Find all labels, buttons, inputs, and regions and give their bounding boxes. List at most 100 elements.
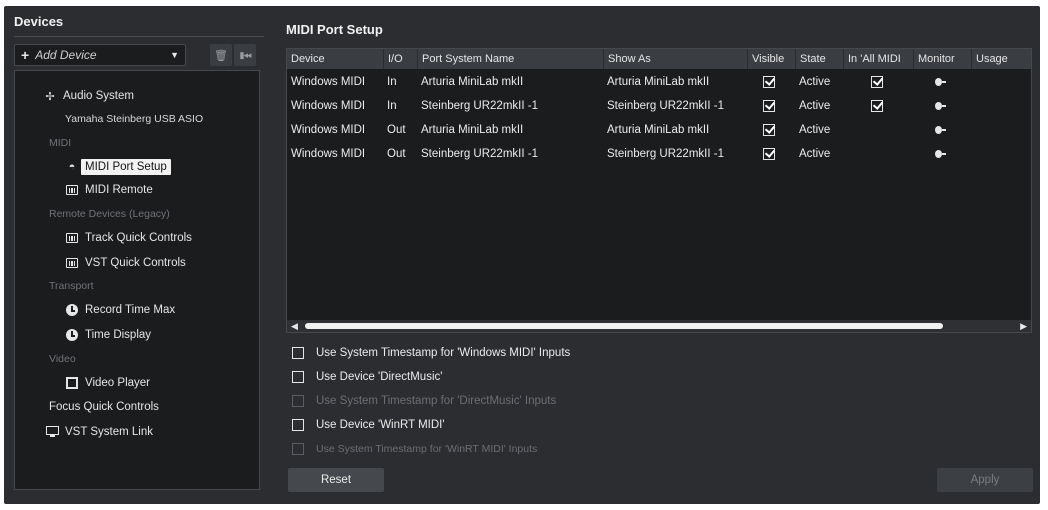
cell-in-all-midi bbox=[867, 94, 897, 118]
cell-state: Active bbox=[799, 76, 831, 88]
option-checkbox[interactable] bbox=[292, 371, 304, 383]
cell-show-as[interactable]: Arturia MiniLab mkII bbox=[603, 118, 747, 142]
in-all-midi-checkbox[interactable] bbox=[871, 75, 883, 88]
midi-port-table: Device I/O Port System Name Show As Visi… bbox=[286, 48, 1032, 333]
column-header-device[interactable]: Device bbox=[287, 49, 383, 69]
devices-divider bbox=[14, 36, 264, 37]
tree-item-midi-remote[interactable]: MIDI Remote bbox=[65, 183, 153, 197]
delete-device-button[interactable]: 🗑 bbox=[210, 44, 232, 66]
apply-button[interactable]: Apply bbox=[937, 468, 1033, 492]
cell-show-as[interactable]: Steinberg UR22mkII -1 bbox=[603, 94, 747, 118]
column-header-io[interactable]: I/O bbox=[383, 49, 417, 69]
cell-state: Active bbox=[799, 124, 831, 136]
cell-monitor bbox=[931, 94, 961, 118]
monitor-icon bbox=[45, 425, 59, 439]
column-header-usage[interactable]: Usage bbox=[971, 49, 1031, 69]
option-checkbox[interactable] bbox=[292, 347, 304, 359]
option-winrt-midi-timestamp: Use System Timestamp for 'WinRT MIDI' In… bbox=[292, 443, 537, 455]
cell-state: Active bbox=[799, 148, 831, 160]
cell-port-system-name: Arturia MiniLab mkII bbox=[421, 76, 524, 88]
midi-port-icon: ◓ bbox=[68, 161, 76, 173]
table-row[interactable]: Windows MIDI In Arturia MiniLab mkII Art… bbox=[287, 70, 1031, 94]
cell-visible bbox=[759, 142, 789, 166]
scrollbar-thumb[interactable] bbox=[305, 323, 943, 329]
monitor-icon[interactable] bbox=[935, 101, 947, 110]
category-remote-devices: Remote Devices (Legacy) bbox=[49, 208, 170, 220]
tree-item-label: Time Display bbox=[85, 329, 152, 341]
audio-system-icon: ✢ bbox=[45, 90, 55, 103]
in-all-midi-checkbox[interactable] bbox=[871, 99, 883, 112]
column-header-in-all-midi[interactable]: In 'All MIDI bbox=[843, 49, 913, 69]
chevron-right-icon[interactable]: ▶ bbox=[1020, 320, 1027, 332]
trash-icon: 🗑 bbox=[214, 49, 228, 62]
audio-driver-name[interactable]: Yamaha Steinberg USB ASIO bbox=[65, 113, 203, 125]
category-midi: MIDI bbox=[49, 137, 72, 149]
reset-device-button[interactable]: ▮◂◂ bbox=[234, 44, 256, 66]
option-label: Use Device 'WinRT MIDI' bbox=[316, 419, 445, 431]
column-header-state[interactable]: State bbox=[795, 49, 843, 69]
category-transport: Transport bbox=[49, 280, 94, 292]
monitor-icon[interactable] bbox=[935, 125, 947, 134]
cell-io: In bbox=[387, 100, 397, 112]
visible-checkbox[interactable] bbox=[763, 123, 775, 136]
option-label: Use System Timestamp for 'WinRT MIDI' In… bbox=[316, 443, 538, 455]
horizontal-scrollbar[interactable]: ◀ ▶ bbox=[287, 320, 1031, 332]
cell-show-as[interactable]: Arturia MiniLab mkII bbox=[603, 70, 747, 94]
option-checkbox bbox=[292, 443, 304, 455]
option-use-winrt-midi[interactable]: Use Device 'WinRT MIDI' bbox=[292, 419, 445, 431]
cell-device: Windows MIDI bbox=[291, 148, 366, 160]
tree-item-track-quick-controls[interactable]: Track Quick Controls bbox=[65, 231, 192, 245]
tree-item-time-display[interactable]: Time Display bbox=[65, 328, 151, 342]
option-checkbox bbox=[292, 395, 304, 407]
cell-io: Out bbox=[387, 124, 406, 136]
tree-item-label: MIDI Port Setup bbox=[81, 159, 171, 175]
column-header-port-system-name[interactable]: Port System Name bbox=[417, 49, 603, 69]
table-header: Device I/O Port System Name Show As Visi… bbox=[287, 49, 1031, 69]
chevron-left-icon[interactable]: ◀ bbox=[291, 320, 298, 332]
chevron-down-icon: ▼ bbox=[170, 50, 179, 60]
devices-title: Devices bbox=[14, 14, 64, 29]
tree-item-label: VST Quick Controls bbox=[85, 257, 186, 269]
plus-icon: + bbox=[21, 47, 30, 63]
cell-port-system-name: Steinberg UR22mkII -1 bbox=[421, 100, 538, 112]
option-use-directmusic[interactable]: Use Device 'DirectMusic' bbox=[292, 371, 442, 383]
cell-port-system-name: Arturia MiniLab mkII bbox=[421, 124, 524, 136]
video-player-icon bbox=[65, 376, 79, 390]
column-header-monitor[interactable]: Monitor bbox=[913, 49, 971, 69]
column-header-visible[interactable]: Visible bbox=[747, 49, 795, 69]
tree-item-vst-system-link[interactable]: VST System Link bbox=[45, 425, 153, 439]
tree-item-label: Video Player bbox=[85, 377, 150, 389]
table-row[interactable]: Windows MIDI Out Steinberg UR22mkII -1 S… bbox=[287, 142, 1031, 166]
tree-item-focus-quick-controls[interactable]: Focus Quick Controls bbox=[49, 401, 159, 413]
table-row[interactable]: Windows MIDI Out Arturia MiniLab mkII Ar… bbox=[287, 118, 1031, 142]
cell-monitor bbox=[931, 70, 961, 94]
tree-item-label: Track Quick Controls bbox=[85, 232, 192, 244]
category-video: Video bbox=[49, 353, 76, 365]
option-checkbox[interactable] bbox=[292, 419, 304, 431]
cell-device: Windows MIDI bbox=[291, 124, 366, 136]
option-windows-midi-timestamp[interactable]: Use System Timestamp for 'Windows MIDI' … bbox=[292, 347, 570, 359]
cell-visible bbox=[759, 118, 789, 142]
cell-state: Active bbox=[799, 100, 831, 112]
table-row[interactable]: Windows MIDI In Steinberg UR22mkII -1 St… bbox=[287, 94, 1031, 118]
reset-button[interactable]: Reset bbox=[288, 468, 384, 492]
tree-item-vst-quick-controls[interactable]: VST Quick Controls bbox=[65, 256, 186, 270]
tree-item-video-player[interactable]: Video Player bbox=[65, 376, 150, 390]
monitor-icon[interactable] bbox=[935, 77, 947, 86]
monitor-icon[interactable] bbox=[935, 149, 947, 158]
add-device-dropdown[interactable]: + Add Device ▼ bbox=[14, 44, 186, 66]
column-header-show-as[interactable]: Show As bbox=[603, 49, 747, 69]
cell-monitor bbox=[931, 118, 961, 142]
cell-show-as[interactable]: Steinberg UR22mkII -1 bbox=[603, 142, 747, 166]
tree-item-record-time-max[interactable]: Record Time Max bbox=[65, 303, 175, 317]
visible-checkbox[interactable] bbox=[763, 147, 775, 160]
visible-checkbox[interactable] bbox=[763, 75, 775, 88]
option-label: Use System Timestamp for 'DirectMusic' I… bbox=[316, 395, 557, 407]
option-directmusic-timestamp: Use System Timestamp for 'DirectMusic' I… bbox=[292, 395, 556, 407]
cell-io: Out bbox=[387, 148, 406, 160]
visible-checkbox[interactable] bbox=[763, 99, 775, 112]
tree-item-midi-port-setup[interactable]: ◓ MIDI Port Setup bbox=[65, 159, 171, 175]
cell-port-system-name: Steinberg UR22mkII -1 bbox=[421, 148, 538, 160]
cell-io: In bbox=[387, 76, 397, 88]
tree-item-audio-system[interactable]: ✢ Audio System bbox=[43, 89, 134, 103]
